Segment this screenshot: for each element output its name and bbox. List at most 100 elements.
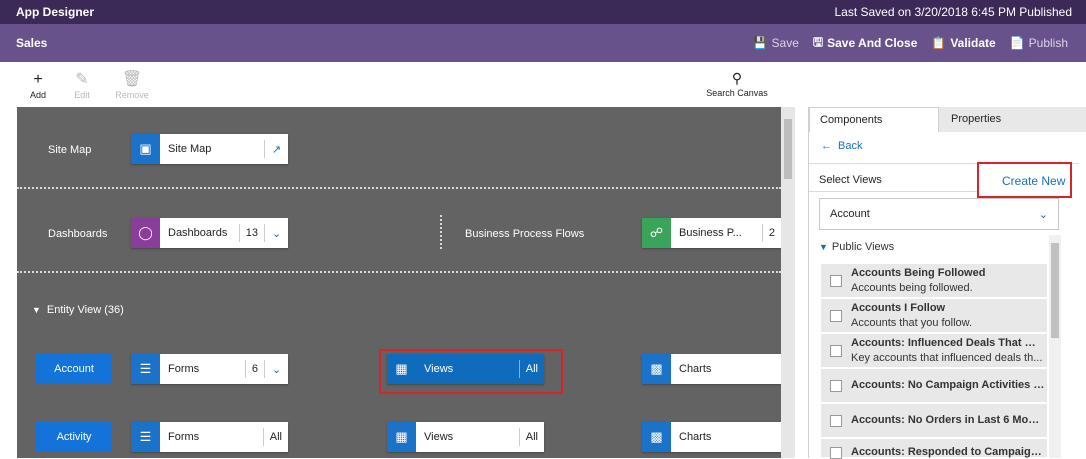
pencil-icon: ✎ (75, 71, 89, 88)
toolbar (0, 62, 1086, 107)
view-list-item[interactable]: Accounts: No Orders in Last 6 Months (821, 404, 1047, 438)
account-forms-tile[interactable]: ☰ Forms 6 ⌄ (131, 354, 288, 384)
view-icon: ▦ (387, 422, 416, 452)
canvas-scrollbar[interactable] (781, 107, 795, 458)
entity-activity-button[interactable]: Activity (36, 422, 112, 452)
chart-icon: ▩ (642, 422, 671, 452)
arrow-left-icon: ← (821, 140, 832, 152)
process-flow-icon: ☍ (642, 218, 671, 248)
activity-charts-tile[interactable]: ▩ Charts (642, 422, 781, 452)
view-list-item[interactable]: Accounts Being Followed Accounts being f… (821, 264, 1047, 298)
entity-account-button[interactable]: Account (36, 354, 112, 384)
last-saved-status: Last Saved on 3/20/2018 6:45 PM Publishe… (834, 5, 1072, 19)
chevron-down-icon[interactable]: ⌄ (264, 224, 288, 242)
activity-forms-label: Forms (168, 431, 200, 443)
title-bar: Sales 💾 Save 🖫 Save And Close 📋 Validate… (0, 24, 1086, 62)
remove-button[interactable]: 🗑 Remove (112, 70, 152, 100)
view-title: Accounts: Influenced Deals That We ... (851, 337, 1045, 349)
validate-icon: 📋 (931, 36, 947, 50)
activity-views-label: Views (424, 431, 454, 443)
page-title: Sales (16, 36, 48, 50)
account-forms-count: 6 (244, 360, 264, 378)
view-checkbox[interactable] (830, 447, 842, 459)
tab-properties[interactable]: Properties (941, 107, 1086, 132)
view-checkbox[interactable] (830, 275, 842, 287)
highlight-box (977, 162, 1072, 198)
site-map-tile[interactable]: ▣ Site Map ↗ (131, 134, 288, 164)
validate-label: Validate (950, 36, 996, 50)
view-checkbox[interactable] (830, 310, 842, 322)
plus-icon: + (33, 71, 43, 88)
highlight-box (379, 349, 563, 394)
bpf-tile[interactable]: ☍ Business P... 2 (642, 218, 781, 248)
view-list-item[interactable]: Accounts: Influenced Deals That We ... K… (821, 334, 1047, 368)
back-link[interactable]: ← Back (821, 140, 862, 152)
dashboards-tile-label: Dashboards (168, 227, 228, 239)
bpf-count: 2 (761, 224, 781, 242)
entity-activity-label: Activity (56, 431, 92, 443)
remove-label: Remove (115, 90, 149, 100)
dashboard-icon: ◯ (131, 218, 160, 248)
tab-properties-label: Properties (951, 113, 1002, 125)
save-and-close-button[interactable]: 🖫 Save And Close (813, 33, 918, 54)
save-and-close-label: Save And Close (827, 36, 918, 50)
dashboards-row-label: Dashboards (48, 228, 108, 240)
view-checkbox[interactable] (830, 380, 842, 392)
view-checkbox[interactable] (830, 415, 842, 427)
chevron-down-icon: ⌄ (1038, 208, 1048, 221)
publish-icon: 📄 (1009, 36, 1025, 50)
form-icon: ☰ (131, 354, 160, 384)
save-close-icon: 🖫 (812, 34, 824, 49)
view-title: Accounts I Follow (851, 302, 946, 314)
public-views-label: Public Views (831, 241, 895, 253)
panel-scrollbar[interactable] (1049, 235, 1061, 458)
map-icon: ▣ (131, 134, 160, 164)
edit-label: Edit (74, 90, 90, 100)
account-charts-tile[interactable]: ▩ Charts (642, 354, 781, 384)
tab-components[interactable]: Components (809, 107, 939, 132)
designer-canvas: Site Map ▣ Site Map ↗ Dashboards ◯ Dashb… (17, 107, 781, 458)
view-list-item[interactable]: Accounts: No Campaign Activities in... (821, 369, 1047, 403)
scrollbar-thumb[interactable] (784, 119, 792, 179)
tab-components-label: Components (820, 114, 883, 126)
edit-button[interactable]: ✎ Edit (62, 70, 102, 100)
add-button[interactable]: + Add (18, 70, 58, 100)
activity-charts-label: Charts (679, 431, 712, 443)
site-map-row-label: Site Map (48, 144, 92, 156)
bpf-row-label: Business Process Flows (465, 228, 585, 240)
account-charts-label: Charts (679, 363, 712, 375)
view-title: Accounts: Responded to Campaigns ... (851, 446, 1045, 458)
trash-icon: 🗑 (121, 71, 143, 88)
view-title: Accounts: No Campaign Activities in... (851, 379, 1045, 391)
app-title: App Designer (16, 5, 95, 19)
scrollbar-thumb[interactable] (1051, 243, 1059, 338)
publish-button[interactable]: 📄 Publish (1010, 36, 1068, 50)
open-designer-icon[interactable]: ↗ (264, 140, 288, 158)
components-panel: Components Properties ← Back Select Views… (808, 107, 1086, 459)
divider (440, 215, 442, 249)
title-actions: 💾 Save 🖫 Save And Close 📋 Validate 📄 Pub… (753, 33, 1068, 54)
chevron-down-icon[interactable]: ⌄ (264, 360, 288, 378)
validate-button[interactable]: 📋 Validate (931, 36, 995, 50)
activity-forms-count: All (262, 428, 288, 446)
activity-forms-tile[interactable]: ☰ Forms All (131, 422, 288, 452)
entity-view-header[interactable]: ▼ Entity View (36) (32, 304, 124, 316)
activity-views-tile[interactable]: ▦ Views All (387, 422, 544, 452)
view-description: Accounts that you follow. (851, 317, 973, 329)
search-icon: ⚲ (731, 70, 743, 86)
view-title: Accounts Being Followed (851, 267, 986, 279)
dashboards-count: 13 (238, 224, 264, 242)
bpf-tile-label: Business P... (679, 227, 742, 239)
site-map-tile-label: Site Map (168, 143, 212, 155)
view-checkbox[interactable] (830, 345, 842, 357)
save-button[interactable]: 💾 Save (753, 36, 799, 50)
search-canvas-button[interactable]: ⚲ Search Canvas (702, 70, 772, 98)
view-list-item[interactable]: Accounts: Responded to Campaigns ... (821, 439, 1047, 459)
divider (17, 271, 781, 273)
view-list-item[interactable]: Accounts I Follow Accounts that you foll… (821, 299, 1047, 333)
panel-tabs: Components Properties (809, 107, 1086, 132)
dashboards-tile[interactable]: ◯ Dashboards 13 ⌄ (131, 218, 288, 248)
entity-select-value: Account (830, 208, 870, 220)
entity-select[interactable]: Account ⌄ (819, 198, 1059, 230)
public-views-header[interactable]: ▼ Public Views (819, 241, 894, 253)
